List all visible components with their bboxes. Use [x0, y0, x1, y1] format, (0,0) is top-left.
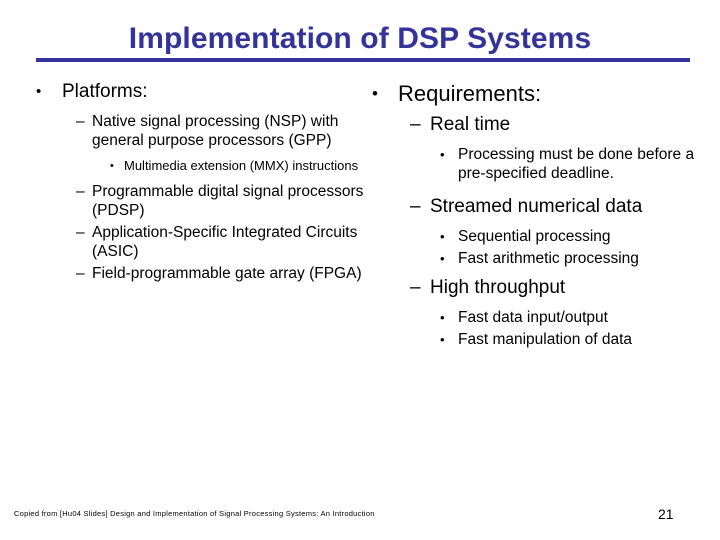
bullet-marker-icon: •	[372, 84, 378, 103]
bullet-application-specific-ic: – Application-Specific Integrated Circui…	[18, 223, 368, 261]
bullet-text: Sequential processing	[458, 228, 611, 245]
content-column-right: • Requirements: – Real time • Processing…	[362, 80, 710, 352]
bullet-marker-icon: •	[36, 83, 42, 100]
bullet-marker-icon: •	[440, 147, 445, 162]
bullet-text: High throughput	[430, 277, 566, 298]
slide-title-block: Implementation of DSP Systems	[0, 22, 720, 56]
dash-marker-icon: –	[76, 183, 85, 200]
bullet-streamed-numerical-data: – Streamed numerical data	[362, 195, 710, 219]
bullet-multimedia-extension: • Multimedia extension (MMX) instruction…	[18, 158, 368, 174]
bullet-requirements: • Requirements:	[362, 80, 710, 107]
bullet-text: Platforms:	[62, 81, 148, 102]
bullet-programmable-dsp: – Programmable digital signal processors…	[18, 182, 368, 220]
bullet-text: Fast arithmetic processing	[458, 250, 639, 267]
bullet-text: Multimedia extension (MMX) instructions	[124, 158, 359, 173]
bullet-text: Streamed numerical data	[430, 196, 643, 217]
content-column-left: • Platforms: – Native signal processing …	[18, 80, 368, 286]
bullet-marker-icon: •	[440, 229, 445, 244]
bullet-platforms: • Platforms:	[18, 80, 368, 104]
bullet-native-signal-processing: – Native signal processing (NSP) with ge…	[18, 112, 368, 150]
bullet-high-throughput: – High throughput	[362, 276, 710, 300]
bullet-text: Application-Specific Integrated Circuits…	[92, 224, 358, 260]
bullet-text: Field-programmable gate array (FPGA)	[92, 265, 362, 282]
bullet-text: Fast data input/output	[458, 309, 608, 326]
title-underline-rule	[36, 58, 690, 62]
slide-canvas: Implementation of DSP Systems • Platform…	[0, 0, 720, 540]
bullet-text: Requirements:	[398, 81, 542, 106]
bullet-field-programmable-gate-array: – Field-programmable gate array (FPGA)	[18, 264, 368, 283]
bullet-fast-manipulation-of-data: • Fast manipulation of data	[362, 330, 710, 349]
bullet-real-time: – Real time	[362, 113, 710, 137]
dash-marker-icon: –	[410, 196, 421, 217]
bullet-sequential-processing: • Sequential processing	[362, 227, 710, 246]
dash-marker-icon: –	[410, 277, 421, 298]
bullet-marker-icon: •	[440, 310, 445, 325]
bullet-text: Real time	[430, 114, 511, 135]
source-attribution-footer: Copied from [Hu04 Slides] Design and Imp…	[14, 509, 375, 518]
dash-marker-icon: –	[410, 114, 421, 135]
bullet-text: Programmable digital signal processors (…	[92, 183, 364, 219]
bullet-fast-data-io: • Fast data input/output	[362, 308, 710, 327]
bullet-processing-deadline: • Processing must be done before a pre-s…	[362, 145, 710, 183]
bullet-marker-icon: •	[440, 332, 445, 347]
bullet-text: Fast manipulation of data	[458, 331, 633, 348]
dash-marker-icon: –	[76, 113, 85, 130]
bullet-text: Processing must be done before a pre-spe…	[458, 146, 695, 182]
bullet-text: Native signal processing (NSP) with gene…	[92, 113, 339, 149]
bullet-fast-arithmetic-processing: • Fast arithmetic processing	[362, 249, 710, 268]
slide-page-number: 21	[658, 506, 674, 522]
bullet-marker-icon: •	[110, 160, 114, 172]
bullet-marker-icon: •	[440, 251, 445, 266]
dash-marker-icon: –	[76, 265, 85, 282]
page-title: Implementation of DSP Systems	[128, 22, 592, 55]
dash-marker-icon: –	[76, 224, 85, 241]
